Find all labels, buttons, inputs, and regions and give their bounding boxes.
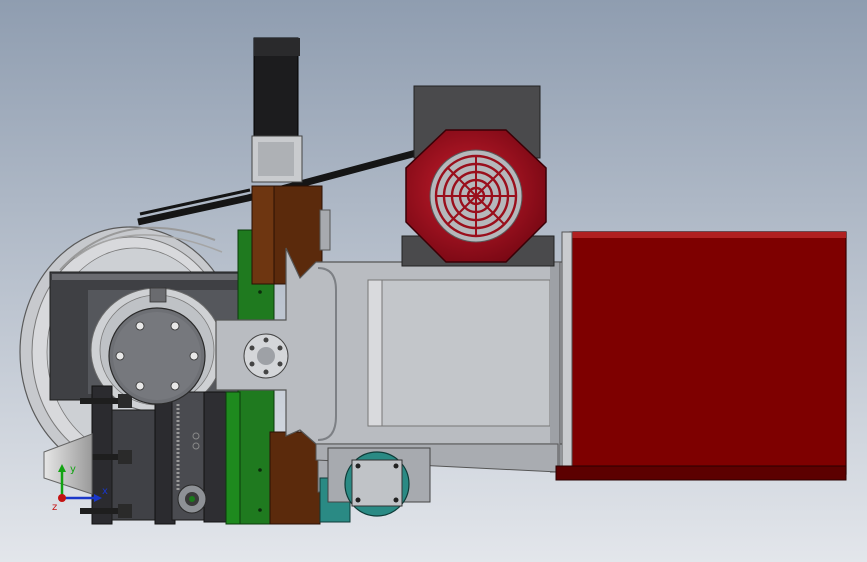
- x-axis-label: x: [102, 486, 108, 497]
- burner-tube[interactable]: [555, 231, 847, 481]
- y-axis-label: y: [70, 464, 76, 475]
- shaft-flange[interactable]: [243, 333, 289, 379]
- z-axis-label: z: [52, 502, 57, 513]
- flame-sensor[interactable]: [251, 37, 303, 183]
- assembly-drawing[interactable]: y x z: [0, 0, 867, 562]
- cad-viewport[interactable]: y x z: [0, 0, 867, 562]
- rotor-hub[interactable]: [108, 307, 206, 405]
- fan-motor[interactable]: [405, 85, 547, 263]
- z-axis-dot: [58, 494, 66, 502]
